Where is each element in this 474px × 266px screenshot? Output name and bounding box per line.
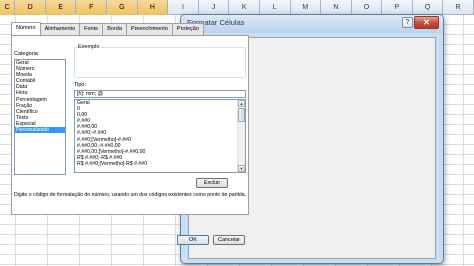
tab-5[interactable]: Proteção [171,23,204,35]
hint-text: Digite o código de formatação do número,… [14,192,247,198]
format-code-rows: Geral 0 0,00 #.##0 #.##0,00 #.##0;-#.##0 #.##0… [75,100,245,167]
close-button[interactable]: ✕ [414,16,439,29]
help-button[interactable]: ? [402,17,413,28]
cancel-button[interactable]: Cancelar [213,235,245,245]
type-label: Tipo: [74,82,87,88]
column-header-o[interactable]: O [352,0,383,15]
scroll-thumb[interactable] [238,108,245,122]
format-list-scrollbar[interactable]: ▲ ▼ [237,100,245,172]
category-item[interactable]: Personalizado [15,127,65,134]
dialog-tabs: Número Alinhamento Fonte Borda Preenchimento… [11,22,204,35]
column-header-j[interactable]: J [199,0,230,15]
tab-1[interactable]: Alinhamento [39,23,81,35]
format-code-list[interactable]: Geral 0 0,00 #.##0 #.##0,00 #.##0;-#.##0 #.##0… [74,99,246,173]
format-code-item[interactable]: R$ #.##0;[Vermelho]-R$ #.##0 [75,161,245,167]
column-header-r[interactable]: R [443,0,474,15]
column-header-m[interactable]: M [291,0,322,15]
tab-3[interactable]: Borda [102,23,127,35]
category-label: Categoria: [14,51,40,57]
gridline-horizontal [0,264,474,265]
column-headers: CDEFGHIJKLMNOPQR [0,0,474,15]
column-header-e[interactable]: E [45,0,77,15]
column-header-i[interactable]: I [168,0,199,15]
column-header-c[interactable]: C [0,0,16,15]
category-list[interactable]: Geral Número Moeda Contábil Data Hora Porcenta… [14,59,66,175]
column-header-p[interactable]: P [382,0,413,15]
column-header-d[interactable]: D [15,0,46,15]
type-input[interactable]: [h]: mm; @ [74,90,246,98]
scroll-up-arrow-icon[interactable]: ▲ [238,100,245,107]
sample-box [74,47,246,78]
ok-button[interactable]: OK [177,235,209,245]
column-header-q[interactable]: Q [413,0,444,15]
column-header-n[interactable]: N [321,0,352,15]
column-header-k[interactable]: K [229,0,260,15]
tab-4[interactable]: Preenchimento [125,23,173,35]
delete-button[interactable]: Excluir [196,178,228,188]
dialog-titlebar[interactable]: Formatar Células ? ✕ [181,15,443,33]
column-header-l[interactable]: L [260,0,291,15]
tab-0[interactable]: Número [11,22,41,35]
tab-2[interactable]: Fonte [79,23,104,35]
sample-label: Exemplo [77,44,101,50]
gridline-vertical [463,15,464,266]
column-header-g[interactable]: G [107,0,138,15]
column-header-f[interactable]: F [76,0,108,15]
column-header-h[interactable]: H [137,0,169,15]
scroll-down-arrow-icon[interactable]: ▼ [238,165,245,172]
